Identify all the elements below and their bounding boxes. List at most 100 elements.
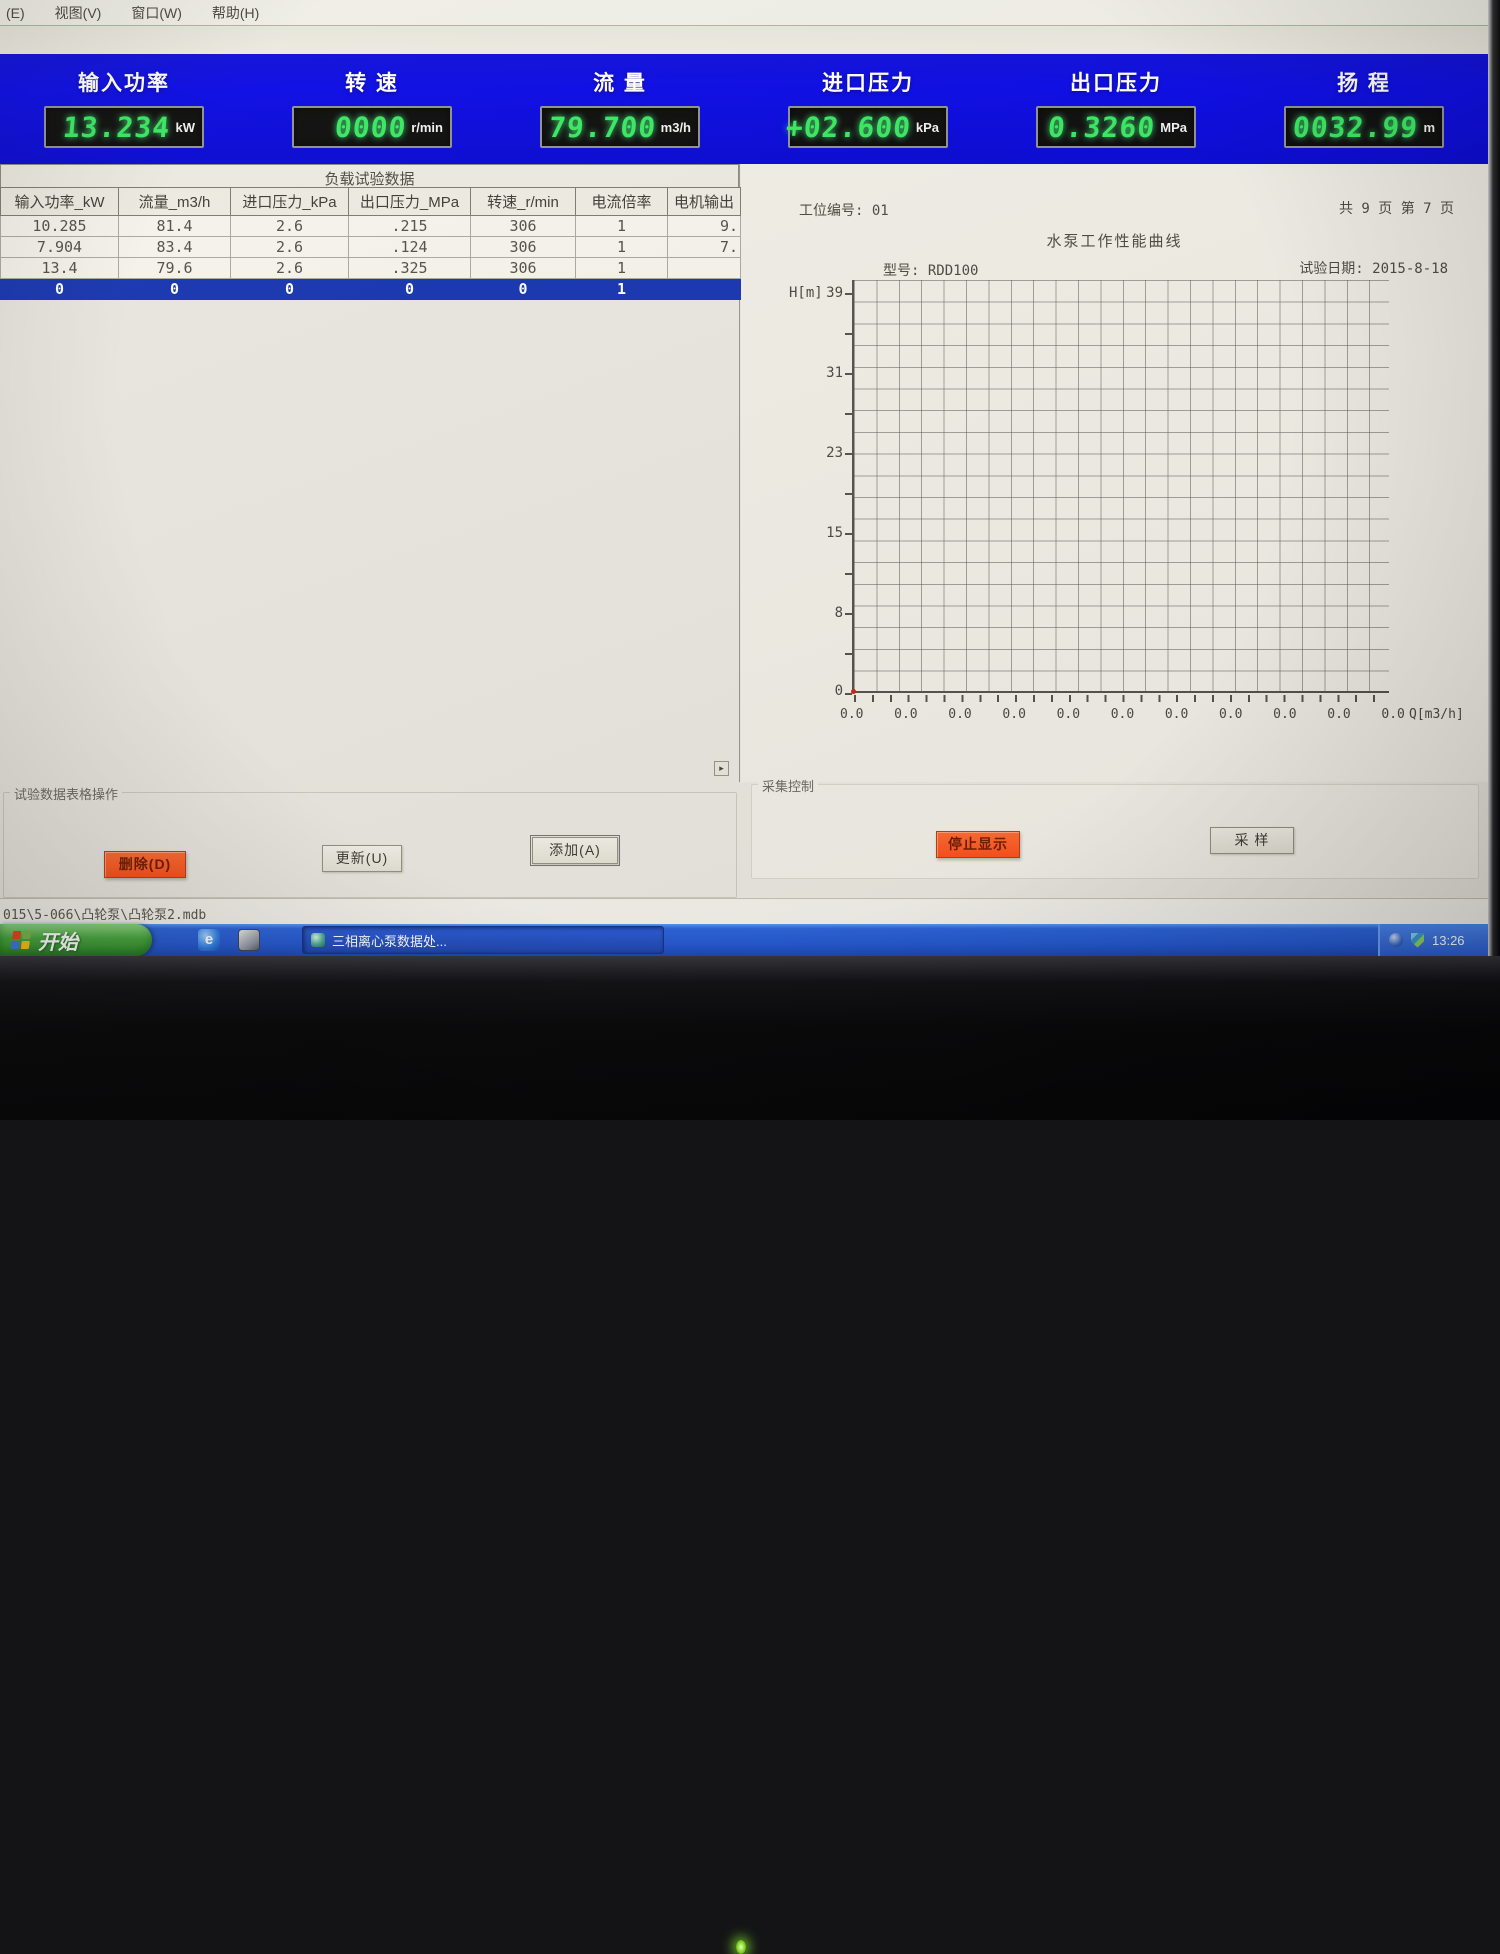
menu-item-window[interactable]: 窗口(W) (131, 3, 182, 23)
chart-title: 水泵工作性能曲线 (741, 230, 1488, 251)
stop-display-button[interactable]: 停止显示 (936, 831, 1020, 858)
quick-launch-browser-icon[interactable]: e (198, 929, 220, 951)
volume-icon[interactable] (1389, 933, 1403, 947)
cell[interactable]: 1 (576, 216, 668, 237)
security-shield-icon[interactable] (1411, 933, 1424, 948)
quick-launch-desktop-icon[interactable] (238, 929, 260, 951)
col-motor-output: 电机输出 (668, 188, 741, 216)
origin-marker (851, 689, 856, 694)
x-tick-label: 0.0 (1273, 707, 1296, 722)
cell[interactable]: 7.904 (1, 237, 119, 258)
cell[interactable]: 2.6 (231, 237, 349, 258)
lcd-value: 0000 (333, 111, 407, 144)
cell[interactable]: 0 (1, 279, 119, 300)
cell[interactable]: 2.6 (231, 216, 349, 237)
cell[interactable] (668, 279, 741, 300)
gauge-head: 扬 程 0032.99 m (1240, 54, 1488, 164)
y-tick-label: 15 (801, 525, 843, 541)
group-legend: 试验数据表格操作 (10, 784, 122, 803)
sample-button[interactable]: 采 样 (1210, 827, 1294, 854)
cell[interactable]: 1 (576, 279, 668, 300)
x-tick-label: 0.0 (1219, 707, 1242, 722)
cell[interactable]: 306 (471, 216, 576, 237)
cell[interactable]: .215 (349, 216, 471, 237)
lcd-display: 0032.99 m (1284, 106, 1444, 148)
cell[interactable]: 0 (349, 279, 471, 300)
col-input-power: 输入功率_kW (1, 188, 119, 216)
monitor-bezel-right (1488, 0, 1500, 956)
acquisition-control-group: 采集控制 停止显示 采 样 (751, 784, 1479, 879)
gauge-outlet-pressure: 出口压力 0.3260 MPa (992, 54, 1240, 164)
cell[interactable]: .325 (349, 258, 471, 279)
cell[interactable]: 2.6 (231, 258, 349, 279)
cell[interactable]: 0 (471, 279, 576, 300)
cell[interactable]: 83.4 (119, 237, 231, 258)
lcd-unit: m (1423, 120, 1435, 135)
cell[interactable]: 13.4 (1, 258, 119, 279)
clock: 13:26 (1432, 933, 1465, 948)
x-tick-label: 0.0 (894, 707, 917, 722)
table-row[interactable]: 13.4 79.6 2.6 .325 306 1 (1, 258, 741, 279)
gauge-banner: 输入功率 13.234 kW 转 速 0000 r/min 流 量 79.700… (0, 54, 1488, 164)
cell[interactable]: .124 (349, 237, 471, 258)
y-tick-label: 39 (801, 285, 843, 301)
lcd-value: +02.600 (784, 111, 912, 144)
menu-item-view[interactable]: 视图(V) (55, 3, 102, 23)
group-legend: 采集控制 (758, 776, 818, 795)
lcd-unit: MPa (1160, 120, 1187, 135)
cell[interactable]: 10.285 (1, 216, 119, 237)
lcd-unit: kW (176, 120, 196, 135)
performance-curve-pane: 工位编号: 01 共 9 页 第 7 页 水泵工作性能曲线 型号: RDD100… (741, 164, 1488, 782)
table-row[interactable]: 7.904 83.4 2.6 .124 306 1 7. (1, 237, 741, 258)
cell[interactable]: 9. (668, 216, 741, 237)
gauge-label: 进口压力 (744, 67, 992, 97)
cell[interactable]: 0 (119, 279, 231, 300)
cell[interactable]: 0 (231, 279, 349, 300)
cell[interactable]: 1 (576, 258, 668, 279)
test-data-pane: 负载试验数据 输入功率_kW 流量_m3/h 进口压力_kPa 出口压力_MPa… (0, 164, 740, 782)
lcd-value: 79.700 (547, 111, 657, 144)
col-outlet-pressure: 出口压力_MPa (349, 188, 471, 216)
lcd-unit: kPa (916, 120, 939, 135)
col-current-ratio: 电流倍率 (576, 188, 668, 216)
cell[interactable]: 79.6 (119, 258, 231, 279)
cell[interactable]: 1 (576, 237, 668, 258)
table-header-row: 输入功率_kW 流量_m3/h 进口压力_kPa 出口压力_MPa 转速_r/m… (1, 188, 741, 216)
table-title: 负载试验数据 (0, 164, 739, 187)
y-tick-label: 23 (801, 445, 843, 461)
start-button[interactable]: 开始 (0, 924, 152, 956)
y-tick-label: 31 (801, 365, 843, 381)
scroll-right-icon[interactable]: ▸ (714, 761, 729, 776)
cell[interactable]: 306 (471, 258, 576, 279)
x-tick-label: 0.0 (1057, 707, 1080, 722)
monitor-bezel-bottom (0, 956, 1500, 1120)
menu-item-help[interactable]: 帮助(H) (212, 3, 259, 23)
power-led (736, 1940, 746, 1954)
application-window: (E) 视图(V) 窗口(W) 帮助(H) 输入功率 13.234 kW 转 速… (0, 0, 1488, 956)
test-date-label: 试验日期: 2015-8-18 (1299, 258, 1448, 278)
cell[interactable]: 81.4 (119, 216, 231, 237)
y-axis-ticks (845, 293, 852, 695)
update-button[interactable]: 更新(U) (322, 845, 402, 872)
delete-button[interactable]: 删除(D) (104, 851, 186, 878)
taskbar: 开始 e 三相离心泵数据处... 13:26 (0, 924, 1488, 956)
x-axis-unit: Q[m3/h] (1409, 707, 1464, 722)
lcd-value: 0.3260 (1047, 111, 1157, 144)
cell[interactable]: 7. (668, 237, 741, 258)
lcd-display: 79.700 m3/h (540, 106, 700, 148)
menu-item-edit[interactable]: (E) (6, 5, 25, 21)
taskbar-task-button[interactable]: 三相离心泵数据处... (302, 926, 664, 954)
table-row[interactable]: 10.285 81.4 2.6 .215 306 1 9. (1, 216, 741, 237)
lcd-value: 0032.99 (1292, 111, 1420, 144)
add-button[interactable]: 添加(A) (532, 837, 618, 864)
x-axis-ticks (854, 695, 1391, 702)
cell[interactable] (668, 258, 741, 279)
cell[interactable]: 306 (471, 237, 576, 258)
table-row-selected[interactable]: 0 0 0 0 0 1 (1, 279, 741, 300)
lcd-unit: r/min (411, 120, 443, 135)
x-tick-label: 0.0 (948, 707, 971, 722)
lcd-display: 0000 r/min (292, 106, 452, 148)
task-label: 三相离心泵数据处... (332, 931, 447, 950)
lcd-display: +02.600 kPa (788, 106, 948, 148)
y-tick-label: 8 (801, 605, 843, 621)
